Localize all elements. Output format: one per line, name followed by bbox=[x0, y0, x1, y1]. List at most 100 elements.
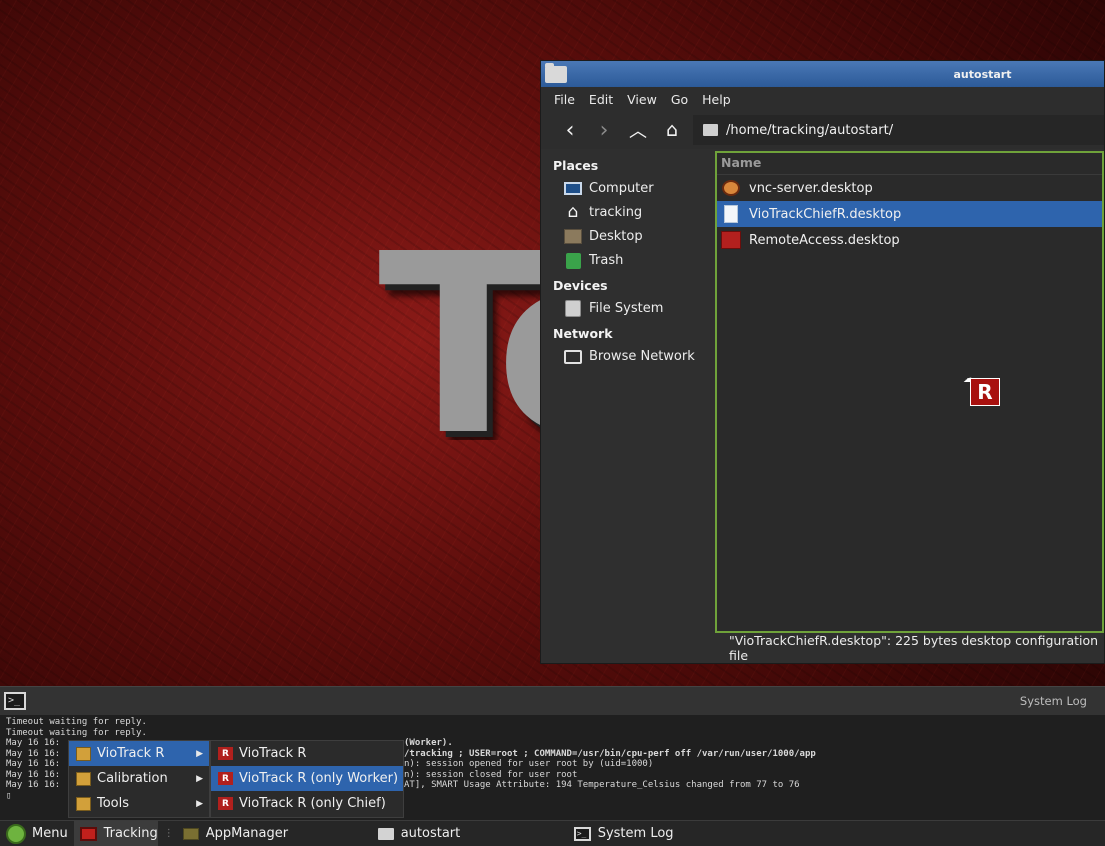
trash-icon bbox=[563, 252, 583, 269]
window-body: Places Computer ⌂ tracking Desktop Trash… bbox=[541, 149, 1104, 663]
viotrack-icon: R bbox=[218, 772, 233, 785]
status-bar: "VioTrackChiefR.desktop": 225 bytes desk… bbox=[715, 633, 1104, 663]
remote-access-icon bbox=[721, 231, 741, 249]
taskbar-item-tracking[interactable]: Tracking bbox=[73, 820, 158, 846]
menu-edit[interactable]: Edit bbox=[582, 92, 620, 107]
menu-button[interactable]: Menu bbox=[0, 821, 74, 846]
sidebar: Places Computer ⌂ tracking Desktop Trash… bbox=[541, 149, 715, 663]
sidebar-item-label: tracking bbox=[589, 205, 643, 220]
folder-icon bbox=[703, 124, 718, 136]
dragged-file-icon[interactable]: R bbox=[970, 378, 1000, 406]
folder-icon bbox=[377, 827, 394, 840]
category-icon bbox=[76, 746, 91, 761]
terminal-icon: >_ bbox=[573, 826, 591, 841]
mint-logo-icon bbox=[6, 823, 26, 844]
taskbar-item-autostart[interactable]: autostart bbox=[372, 821, 568, 846]
submenu-item-only-worker[interactable]: R VioTrack R (only Worker) bbox=[211, 766, 403, 791]
sidebar-item-home[interactable]: ⌂ tracking bbox=[541, 201, 715, 225]
menu-go[interactable]: Go bbox=[664, 92, 695, 107]
sidebar-item-desktop[interactable]: Desktop bbox=[541, 225, 715, 249]
file-row[interactable]: VioTrackChiefR.desktop bbox=[717, 201, 1102, 227]
chevron-up-icon: ︿ bbox=[629, 121, 647, 142]
status-text: "VioTrackChiefR.desktop": 225 bytes desk… bbox=[729, 633, 1099, 663]
menu-item-label: VioTrack R (only Chief) bbox=[239, 796, 386, 811]
column-header-name[interactable]: Name bbox=[717, 153, 1102, 175]
sidebar-item-label: Browse Network bbox=[589, 349, 695, 364]
taskbar-item-label: Tracking bbox=[103, 826, 158, 841]
file-row[interactable]: vnc-server.desktop bbox=[717, 175, 1102, 201]
chevron-left-icon: ‹ bbox=[565, 117, 575, 143]
sidebar-item-file-system[interactable]: File System bbox=[541, 297, 715, 321]
wallpaper-logo: Te bbox=[378, 250, 548, 440]
sidebar-item-browse-network[interactable]: Browse Network bbox=[541, 345, 715, 369]
viotrack-icon: R bbox=[218, 747, 233, 760]
submenu-item-only-chief[interactable]: R VioTrack R (only Chief) bbox=[211, 791, 403, 816]
menu-item-label: Tools bbox=[97, 796, 130, 811]
menu-item-label: VioTrack R bbox=[97, 746, 165, 761]
taskbar: Menu Tracking ⋮ AppManager autostart >_ … bbox=[0, 820, 1105, 846]
viotrack-icon: R bbox=[218, 797, 233, 810]
taskbar-item-label: System Log bbox=[597, 826, 674, 841]
menu-bar: File Edit View Go Help bbox=[541, 87, 1104, 111]
menu-item-tools[interactable]: Tools ▶ bbox=[69, 791, 209, 816]
terminal-icon: >_ bbox=[4, 692, 26, 710]
home-icon: ⌂ bbox=[665, 119, 679, 141]
up-button[interactable]: ︿ bbox=[621, 115, 655, 145]
computer-icon bbox=[563, 180, 583, 197]
system-log-title: System Log bbox=[1019, 694, 1087, 708]
window-titlebar[interactable]: autostart bbox=[541, 61, 1104, 87]
file-manager-window: autostart File Edit View Go Help ‹ › ︿ ⌂… bbox=[540, 60, 1105, 664]
sidebar-item-label: Desktop bbox=[589, 229, 643, 244]
menu-item-label: VioTrack R (only Worker) bbox=[239, 771, 399, 786]
file-row[interactable]: RemoteAccess.desktop bbox=[717, 227, 1102, 253]
drive-icon bbox=[563, 300, 583, 317]
app-manager-icon bbox=[182, 827, 199, 840]
sidebar-item-label: Computer bbox=[589, 181, 654, 196]
vnc-icon bbox=[721, 179, 741, 197]
taskbar-item-appmanager[interactable]: ⋮ AppManager bbox=[158, 821, 372, 846]
chevron-right-icon: › bbox=[599, 117, 609, 143]
back-button[interactable]: ‹ bbox=[553, 115, 587, 145]
home-icon: ⌂ bbox=[567, 202, 579, 222]
forward-button[interactable]: › bbox=[587, 115, 621, 145]
file-name: RemoteAccess.desktop bbox=[749, 232, 900, 248]
desktop-folder-icon bbox=[563, 228, 583, 245]
viotrack-submenu: R VioTrack R R VioTrack R (only Worker) … bbox=[210, 740, 404, 818]
system-log-titlebar[interactable]: >_ System Log bbox=[0, 687, 1105, 715]
log-line: Timeout waiting for reply. bbox=[6, 717, 147, 727]
toolbar: ‹ › ︿ ⌂ /home/tracking/autostart/ bbox=[541, 111, 1104, 149]
grip-icon: ⋮ bbox=[163, 828, 174, 839]
sidebar-item-label: Trash bbox=[589, 253, 624, 268]
location-bar[interactable]: /home/tracking/autostart/ bbox=[693, 115, 1104, 145]
sidebar-item-trash[interactable]: Trash bbox=[541, 249, 715, 273]
menu-item-calibration[interactable]: Calibration ▶ bbox=[69, 766, 209, 791]
sidebar-item-computer[interactable]: Computer bbox=[541, 177, 715, 201]
location-path: /home/tracking/autostart/ bbox=[726, 122, 894, 138]
taskbar-item-label: AppManager bbox=[205, 826, 289, 841]
menu-item-viotrack-r[interactable]: VioTrack R ▶ bbox=[69, 741, 209, 766]
menu-file[interactable]: File bbox=[547, 92, 582, 107]
category-icon bbox=[76, 771, 91, 786]
submenu-arrow-icon: ▶ bbox=[196, 798, 203, 809]
file-name: vnc-server.desktop bbox=[749, 180, 873, 196]
camera-icon bbox=[79, 826, 97, 841]
submenu-arrow-icon: ▶ bbox=[196, 773, 203, 784]
devices-heading: Devices bbox=[553, 278, 608, 293]
menu-view[interactable]: View bbox=[620, 92, 664, 107]
menu-item-label: VioTrack R bbox=[239, 746, 307, 761]
start-menu: VioTrack R ▶ Calibration ▶ Tools ▶ bbox=[68, 740, 210, 818]
submenu-arrow-icon: ▶ bbox=[196, 748, 203, 759]
taskbar-item-label: autostart bbox=[400, 826, 461, 841]
file-name: VioTrackChiefR.desktop bbox=[749, 206, 902, 222]
network-heading: Network bbox=[553, 326, 613, 341]
menu-help[interactable]: Help bbox=[695, 92, 738, 107]
home-button[interactable]: ⌂ bbox=[655, 115, 689, 145]
taskbar-item-system-log[interactable]: >_ System Log bbox=[568, 821, 768, 846]
menu-item-label: Calibration bbox=[97, 771, 168, 786]
submenu-item-viotrack-r[interactable]: R VioTrack R bbox=[211, 741, 403, 766]
places-heading: Places bbox=[553, 158, 599, 173]
document-icon bbox=[721, 205, 741, 223]
file-list[interactable]: Name vnc-server.desktop VioTrackChiefR.d… bbox=[715, 151, 1104, 633]
network-icon bbox=[563, 348, 583, 365]
log-line: Timeout waiting for reply. bbox=[6, 727, 147, 738]
